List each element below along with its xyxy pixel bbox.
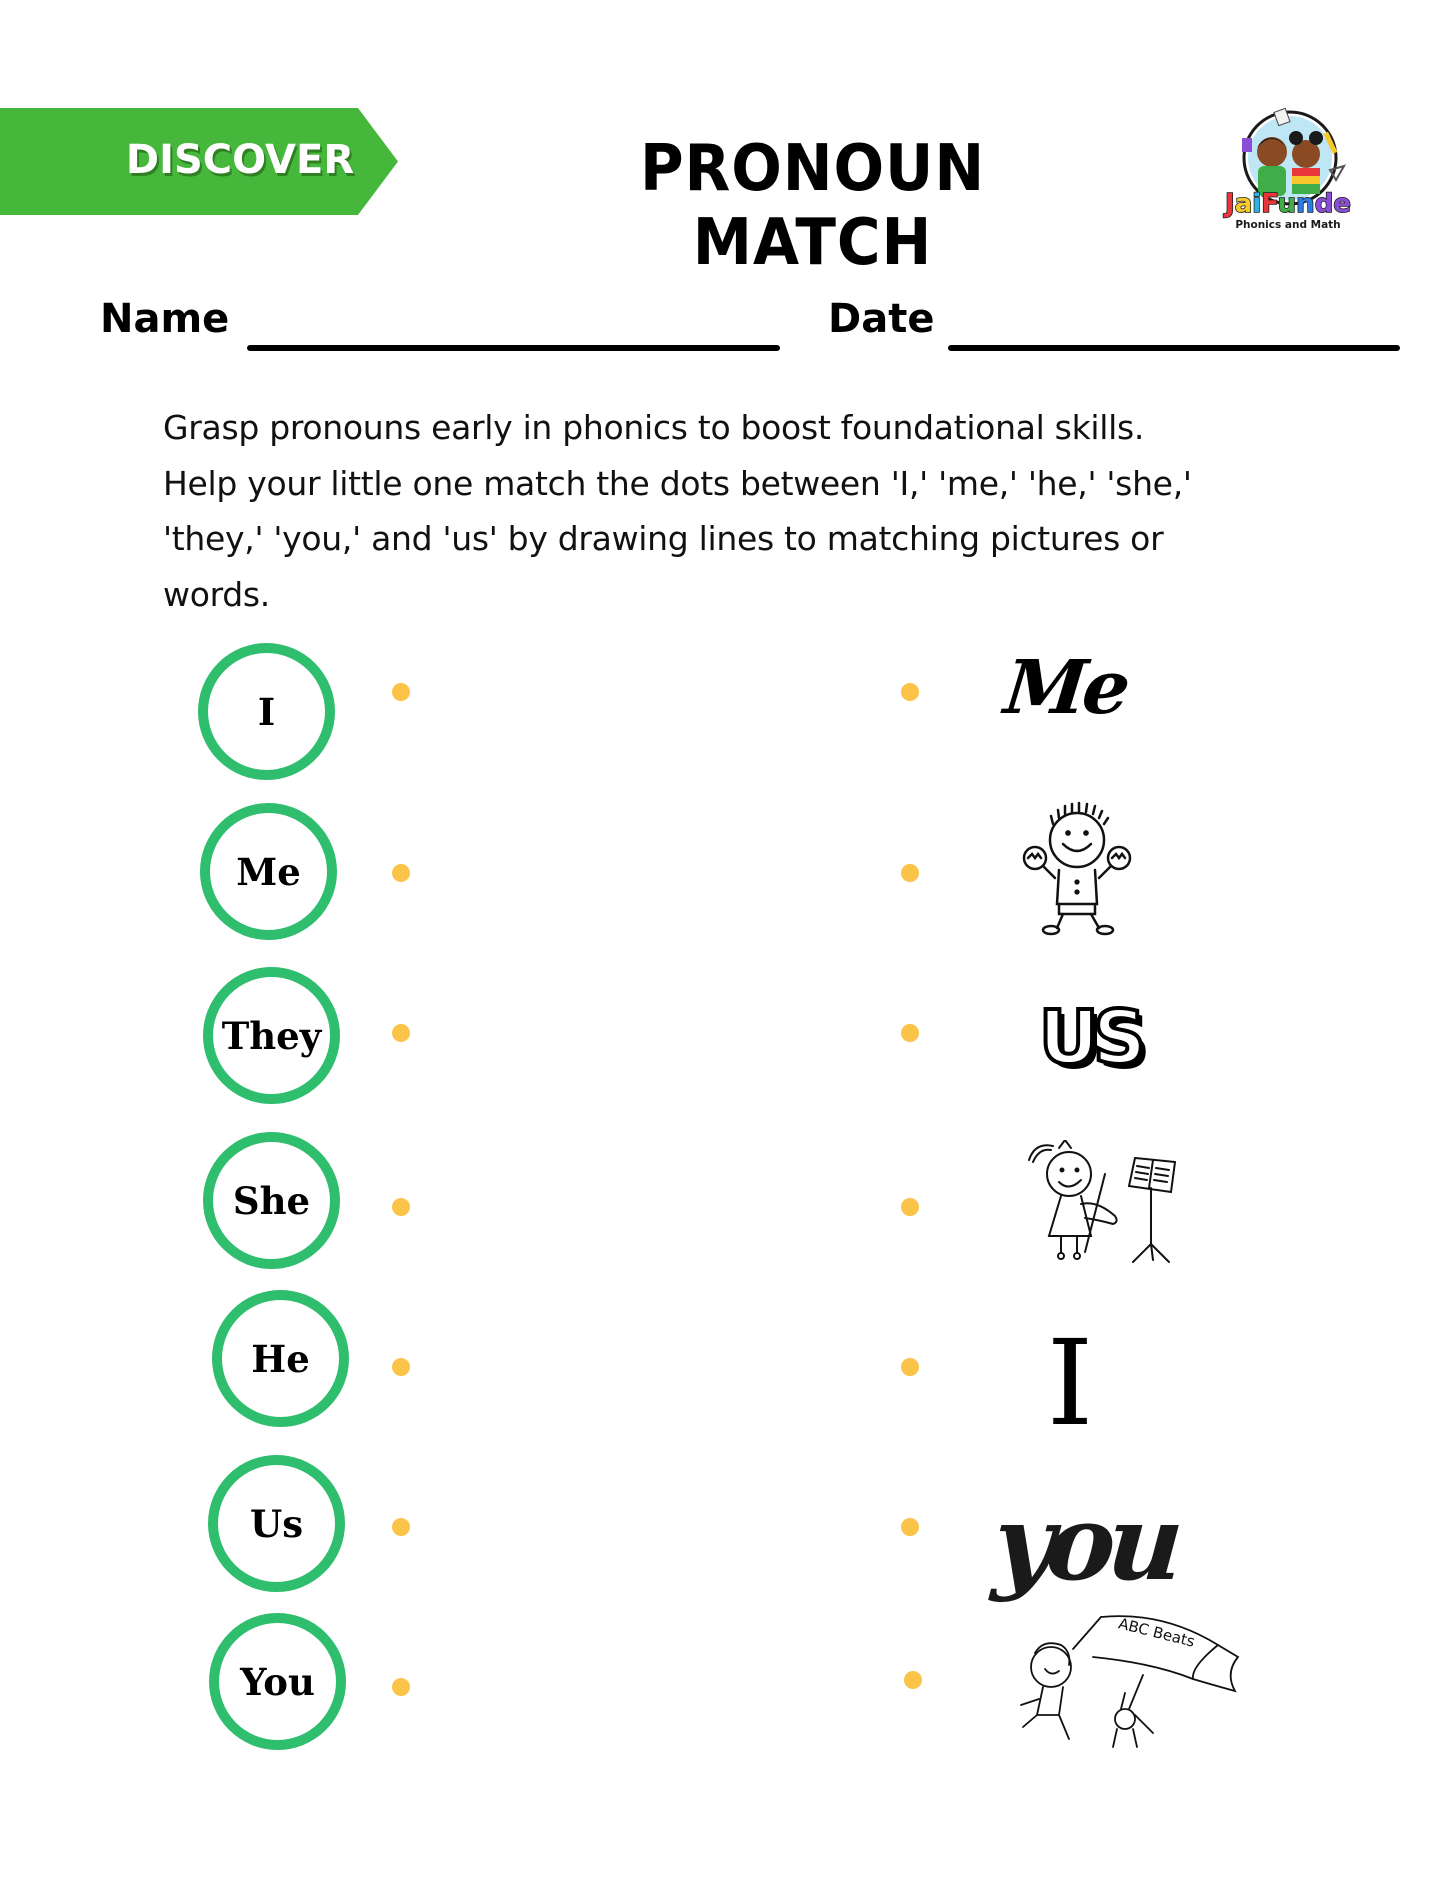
answer-word-text: Me	[999, 644, 1131, 731]
pronoun-label: Us	[249, 1501, 304, 1546]
pronoun-circle-you: You	[209, 1613, 346, 1750]
left-match-dot[interactable]	[392, 1678, 410, 1696]
left-match-dot[interactable]	[392, 1358, 410, 1376]
girl-playing-violin-icon	[1025, 1138, 1180, 1265]
instructions-line: Help your little one match the dots betw…	[163, 463, 1192, 503]
pronoun-circle-she: She	[203, 1132, 340, 1269]
date-write-line[interactable]	[948, 345, 1400, 351]
boy-with-maracas-icon	[1015, 800, 1145, 936]
pronoun-circle-they: They	[203, 967, 340, 1104]
right-match-dot[interactable]	[901, 1024, 919, 1042]
answer-word-text: you	[990, 1480, 1181, 1604]
date-label: Date	[828, 296, 935, 342]
pronoun-label: Me	[236, 849, 301, 894]
left-match-dot[interactable]	[392, 683, 410, 701]
pronoun-circle-us: Us	[208, 1455, 345, 1592]
answer-word-us: US	[1032, 993, 1148, 1083]
instructions-line: 'they,' 'you,' and 'us' by drawing lines…	[163, 519, 1164, 558]
name-label: Name	[100, 296, 230, 342]
banner-label: DISCOVER	[125, 137, 355, 183]
logo-tagline: Phonics and Math	[1235, 219, 1340, 231]
pronoun-label: He	[251, 1336, 310, 1381]
instructions-line: words.	[163, 574, 270, 614]
left-match-dot[interactable]	[392, 1518, 410, 1536]
left-match-dot[interactable]	[392, 864, 410, 882]
logo-wordmark: JaiFunde Phonics and Math	[1222, 188, 1351, 231]
svg-text:JaiFunde: JaiFunde	[1223, 189, 1351, 219]
answer-word-text: I	[1046, 1313, 1094, 1452]
right-match-dot[interactable]	[904, 1671, 922, 1689]
pronoun-circle-me: Me	[200, 803, 337, 940]
children-with-banner-icon: ABC Beats	[1013, 1614, 1253, 1755]
pronoun-circle-he: He	[212, 1290, 349, 1427]
pronoun-label: They	[221, 1013, 322, 1058]
answer-word-me: Me	[1000, 640, 1130, 735]
right-match-dot[interactable]	[901, 1358, 919, 1376]
left-match-dot[interactable]	[392, 1198, 410, 1216]
name-write-line[interactable]	[247, 345, 780, 351]
left-match-dot[interactable]	[392, 1024, 410, 1042]
instructions-paragraph: Grasp pronouns early in phonics to boost…	[163, 400, 1293, 622]
page-title: PRONOUN MATCH	[639, 132, 986, 280]
pronoun-label: You	[240, 1659, 315, 1704]
pronoun-label: I	[257, 689, 276, 734]
pronoun-circle-i: I	[198, 643, 335, 780]
right-match-dot[interactable]	[901, 1198, 919, 1216]
right-match-dot[interactable]	[901, 683, 919, 701]
answer-word-you: you	[990, 1480, 1180, 1605]
pronoun-label: She	[232, 1178, 311, 1223]
instructions-line: Grasp pronouns early in phonics to boost…	[163, 408, 1145, 447]
right-match-dot[interactable]	[901, 1518, 919, 1536]
jaifunde-logo: JaiFunde Phonics and Math	[1218, 107, 1358, 232]
right-match-dot[interactable]	[901, 864, 919, 882]
answer-word-text: US	[1037, 993, 1148, 1083]
answer-word-i: I	[1040, 1324, 1100, 1442]
